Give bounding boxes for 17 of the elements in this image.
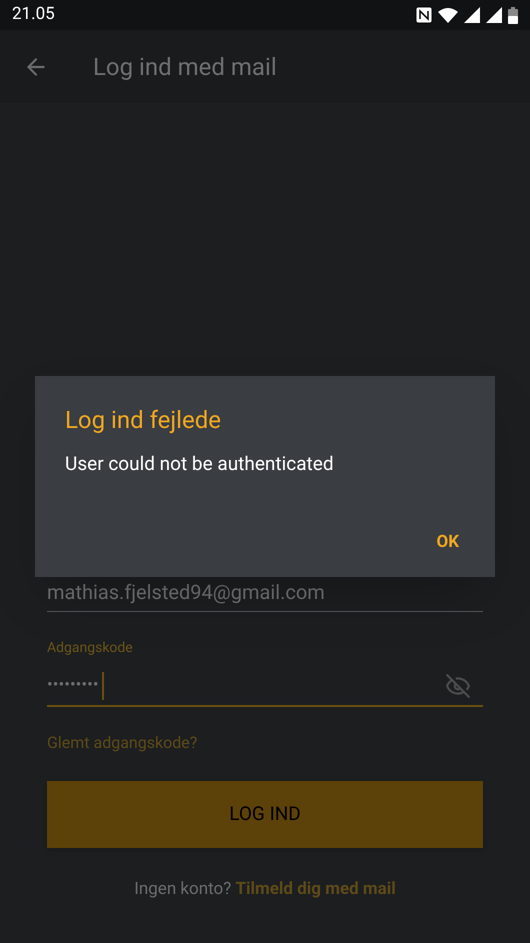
hide-password-icon[interactable]	[445, 673, 471, 699]
nfc-icon	[416, 7, 432, 23]
dialog-message: User could not be authenticated	[65, 451, 335, 477]
signup-prompt: Ingen konto? Tilmeld dig med mail	[133, 878, 397, 901]
status-time: 21.05	[12, 3, 55, 26]
dialog-ok-button[interactable]: OK	[430, 530, 465, 555]
signal-icon	[486, 7, 502, 23]
dialog-title: Log ind fejlede	[65, 405, 222, 436]
battery-icon	[508, 6, 518, 24]
wifi-icon	[438, 8, 458, 22]
forgot-password-link[interactable]: Glemt adgangskode?	[47, 731, 483, 755]
app-bar-title: Log ind med mail	[93, 52, 277, 82]
login-button[interactable]: LOG IND	[47, 781, 483, 848]
password-label: Adgangskode	[47, 639, 134, 658]
password-field[interactable]: •••••••••	[47, 667, 483, 707]
signup-link[interactable]: Tilmeld dig med mail	[235, 879, 396, 899]
signal-icon	[464, 7, 480, 23]
